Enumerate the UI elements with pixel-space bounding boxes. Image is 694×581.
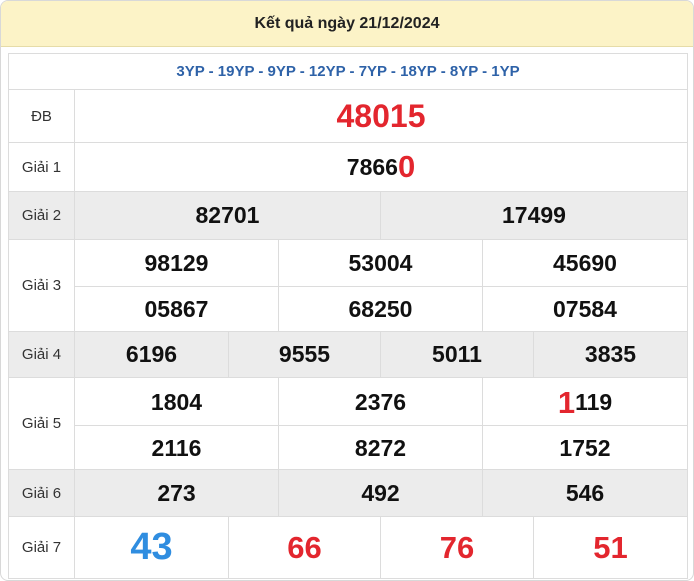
results-title: Kết quả ngày 21/12/2024 [1, 1, 693, 47]
prize-number: 273 [157, 479, 196, 506]
prize-row-g3: Giải 3 98129 53004 45690 05867 68250 075… [9, 240, 687, 332]
prize-row-g6: Giải 6 273 492 546 [9, 470, 687, 517]
prize-row-g2: Giải 2 82701 17499 [9, 192, 687, 240]
prize-label: Giải 7 [9, 517, 75, 578]
prize-number: 5011 [432, 341, 482, 367]
prize-number: 6196 [125, 341, 178, 367]
prize-number: 45690 [553, 249, 617, 276]
prize-number: 66 [287, 529, 322, 565]
prize-number: 98129 [144, 249, 209, 276]
prize-number: 546 [565, 479, 605, 506]
prize-label: Giải 3 [9, 240, 75, 331]
prize-label: Giải 5 [9, 378, 75, 469]
prize-number: 82701 [195, 202, 260, 228]
prize-number: 43 [130, 526, 173, 568]
prize-row-g5: Giải 5 1804 2376 1 119 2116 8272 1752 [9, 378, 687, 470]
prize-label: ĐB [9, 90, 75, 142]
special-prize-number: 48015 [336, 97, 426, 134]
prize-row-db: ĐB 48015 [9, 90, 687, 143]
prize-number: 7866 0 [75, 143, 687, 191]
prize-number-digits: 7866 [346, 153, 398, 180]
prize-number: 53004 [348, 249, 413, 276]
prize-number: 1 119 [483, 380, 687, 425]
prize-label: Giải 4 [9, 332, 75, 377]
prize-label: Giải 6 [9, 470, 75, 516]
results-card: Kết quả ngày 21/12/2024 3YP - 19YP - 9YP… [0, 0, 694, 581]
prize-number: 51 [593, 529, 628, 565]
prize-row-g4: Giải 4 6196 9555 5011 3835 [9, 332, 687, 378]
prize-number: 492 [361, 479, 400, 506]
prize-number: 76 [439, 529, 475, 565]
prize-number: 17499 [502, 202, 566, 228]
prize-number: 07584 [553, 296, 617, 322]
results-table: 3YP - 19YP - 9YP - 12YP - 7YP - 18YP - 8… [8, 53, 688, 579]
ticket-codes: 3YP - 19YP - 9YP - 12YP - 7YP - 18YP - 8… [9, 54, 687, 90]
prize-row-g1: Giải 1 7866 0 [9, 143, 687, 192]
prize-number: 1804 [150, 389, 203, 415]
prize-number-highlight-digit: 0 [397, 149, 416, 184]
prize-number: 3835 [584, 341, 637, 367]
prize-number: 2376 [354, 389, 407, 415]
prize-row-g7: Giải 7 43 66 76 51 [9, 517, 687, 578]
prize-number: 9555 [278, 341, 331, 367]
prize-label: Giải 1 [9, 143, 75, 191]
prize-label: Giải 2 [9, 192, 75, 239]
prize-number: 2116 [151, 434, 202, 461]
prize-number: 1752 [559, 434, 611, 461]
prize-number-digits: 119 [575, 389, 613, 415]
prize-number-highlight-digit: 1 [557, 384, 576, 420]
prize-number: 68250 [348, 296, 413, 322]
prize-number: 05867 [144, 296, 209, 322]
prize-number: 8272 [354, 434, 407, 461]
